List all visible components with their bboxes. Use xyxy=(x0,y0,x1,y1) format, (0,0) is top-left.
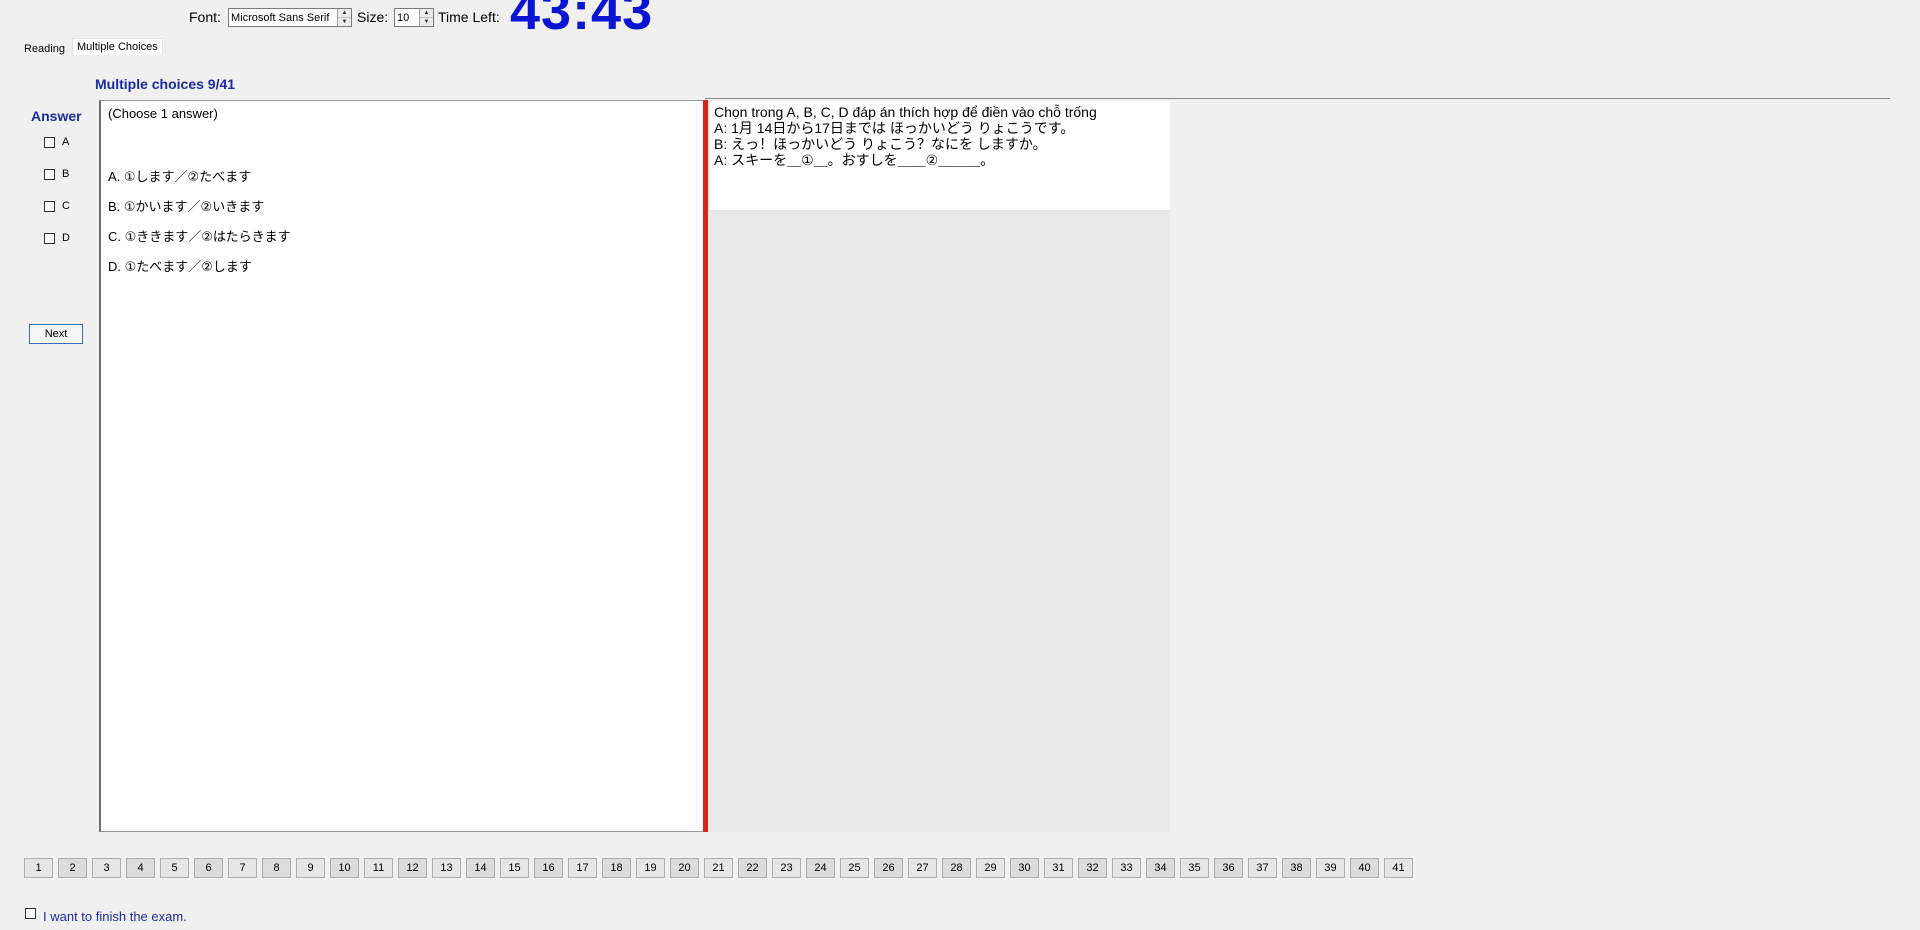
question-nav-button[interactable]: 18 xyxy=(602,858,631,878)
tab-multiple-choices[interactable]: Multiple Choices xyxy=(72,38,163,55)
question-nav-button[interactable]: 24 xyxy=(806,858,835,878)
countdown-timer: 43:43 xyxy=(510,0,654,41)
question-nav-button[interactable]: 30 xyxy=(1010,858,1039,878)
question-nav-button[interactable]: 33 xyxy=(1112,858,1141,878)
answer-label-a: A xyxy=(62,136,70,148)
question-nav-button[interactable]: 12 xyxy=(398,858,427,878)
question-nav-button[interactable]: 34 xyxy=(1146,858,1175,878)
answer-label-c: C xyxy=(62,200,70,212)
time-left-label: Time Left: xyxy=(438,9,500,25)
question-nav-button[interactable]: 26 xyxy=(874,858,903,878)
size-spin-icon[interactable]: ▲ ▼ xyxy=(419,9,433,26)
choice-d: D. ①たべます／②します xyxy=(108,259,252,274)
question-nav-button[interactable]: 13 xyxy=(432,858,461,878)
passage-line: A: 1月 14日から17日までは ほっかいどう りょこうです。 xyxy=(714,120,1075,136)
font-label: Font: xyxy=(189,9,221,25)
question-nav-button[interactable]: 21 xyxy=(704,858,733,878)
question-nav-button[interactable]: 27 xyxy=(908,858,937,878)
question-nav-button[interactable]: 6 xyxy=(194,858,223,878)
size-label: Size: xyxy=(357,9,389,25)
question-nav-button[interactable]: 19 xyxy=(636,858,665,878)
passage-line: A: スキーを＿①＿。おすしを＿＿②＿＿＿。 xyxy=(714,152,995,168)
question-nav-button[interactable]: 31 xyxy=(1044,858,1073,878)
tab-reading[interactable]: Reading xyxy=(24,43,65,55)
question-nav-button[interactable]: 20 xyxy=(670,858,699,878)
question-nav-button[interactable]: 23 xyxy=(772,858,801,878)
question-nav-button[interactable]: 14 xyxy=(466,858,495,878)
answer-checkbox-a[interactable] xyxy=(44,137,55,148)
question-nav-button[interactable]: 16 xyxy=(534,858,563,878)
size-stepper[interactable]: 10 ▲ ▼ xyxy=(394,8,434,27)
section-title: Multiple choices 9/41 xyxy=(95,76,236,92)
question-nav-button[interactable]: 9 xyxy=(296,858,325,878)
finish-exam-checkbox[interactable] xyxy=(25,908,36,919)
question-nav-button[interactable]: 37 xyxy=(1248,858,1277,878)
question-nav-button[interactable]: 4 xyxy=(126,858,155,878)
passage-line: Chọn trong A, B, C, D đáp án thích hợp đ… xyxy=(714,104,1097,120)
question-nav-button[interactable]: 25 xyxy=(840,858,869,878)
question-nav-button[interactable]: 7 xyxy=(228,858,257,878)
question-nav-button[interactable]: 36 xyxy=(1214,858,1243,878)
question-nav-button[interactable]: 10 xyxy=(330,858,359,878)
question-nav-button[interactable]: 11 xyxy=(364,858,393,878)
question-nav-button[interactable]: 38 xyxy=(1282,858,1311,878)
question-nav-button[interactable]: 28 xyxy=(942,858,971,878)
choice-a: A. ①します／②たべます xyxy=(108,169,252,184)
question-nav-button[interactable]: 8 xyxy=(262,858,291,878)
question-nav-button[interactable]: 32 xyxy=(1078,858,1107,878)
choice-b: B. ①かいます／②いきます xyxy=(108,199,265,214)
question-nav-button[interactable]: 5 xyxy=(160,858,189,878)
question-nav-button[interactable]: 17 xyxy=(568,858,597,878)
header-divider xyxy=(705,98,1890,99)
question-nav-button[interactable]: 15 xyxy=(500,858,529,878)
question-nav-button[interactable]: 2 xyxy=(58,858,87,878)
question-nav-button[interactable]: 40 xyxy=(1350,858,1379,878)
answer-checkbox-b[interactable] xyxy=(44,169,55,180)
question-nav-button[interactable]: 29 xyxy=(976,858,1005,878)
passage-text: Chọn trong A, B, C, D đáp án thích hợp đ… xyxy=(714,104,1097,168)
question-nav-button[interactable]: 35 xyxy=(1180,858,1209,878)
font-spin-icon[interactable]: ▲ ▼ xyxy=(337,9,351,26)
answer-heading: Answer xyxy=(31,108,82,124)
question-navigation: 1 2 3 4 5 6 7 8 9 10 11 12 13 14 15 16 17 18 19 20 21 22 23 24 2… xyxy=(24,858,1424,880)
question-nav-button[interactable]: 1 xyxy=(24,858,53,878)
font-select-value: Microsoft Sans Serif xyxy=(231,11,330,24)
answer-label-b: B xyxy=(62,168,70,180)
passage-line: B: えっ！ほっかいどう りょこう？なにを しますか。 xyxy=(714,136,1047,152)
answer-label-d: D xyxy=(62,232,70,244)
next-button[interactable]: Next xyxy=(29,324,83,344)
question-nav-button[interactable]: 3 xyxy=(92,858,121,878)
question-nav-button[interactable]: 22 xyxy=(738,858,767,878)
question-nav-button[interactable]: 41 xyxy=(1384,858,1413,878)
finish-exam-label[interactable]: I want to finish the exam. xyxy=(43,909,187,924)
choice-c: C. ①ききます／②はたらきます xyxy=(108,229,291,244)
size-stepper-value: 10 xyxy=(397,11,410,24)
question-nav-button[interactable]: 39 xyxy=(1316,858,1345,878)
question-instruction: (Choose 1 answer) xyxy=(108,106,218,121)
answer-checkbox-d[interactable] xyxy=(44,233,55,244)
answer-checkbox-c[interactable] xyxy=(44,201,55,212)
font-select[interactable]: Microsoft Sans Serif ▲ ▼ xyxy=(228,8,352,27)
